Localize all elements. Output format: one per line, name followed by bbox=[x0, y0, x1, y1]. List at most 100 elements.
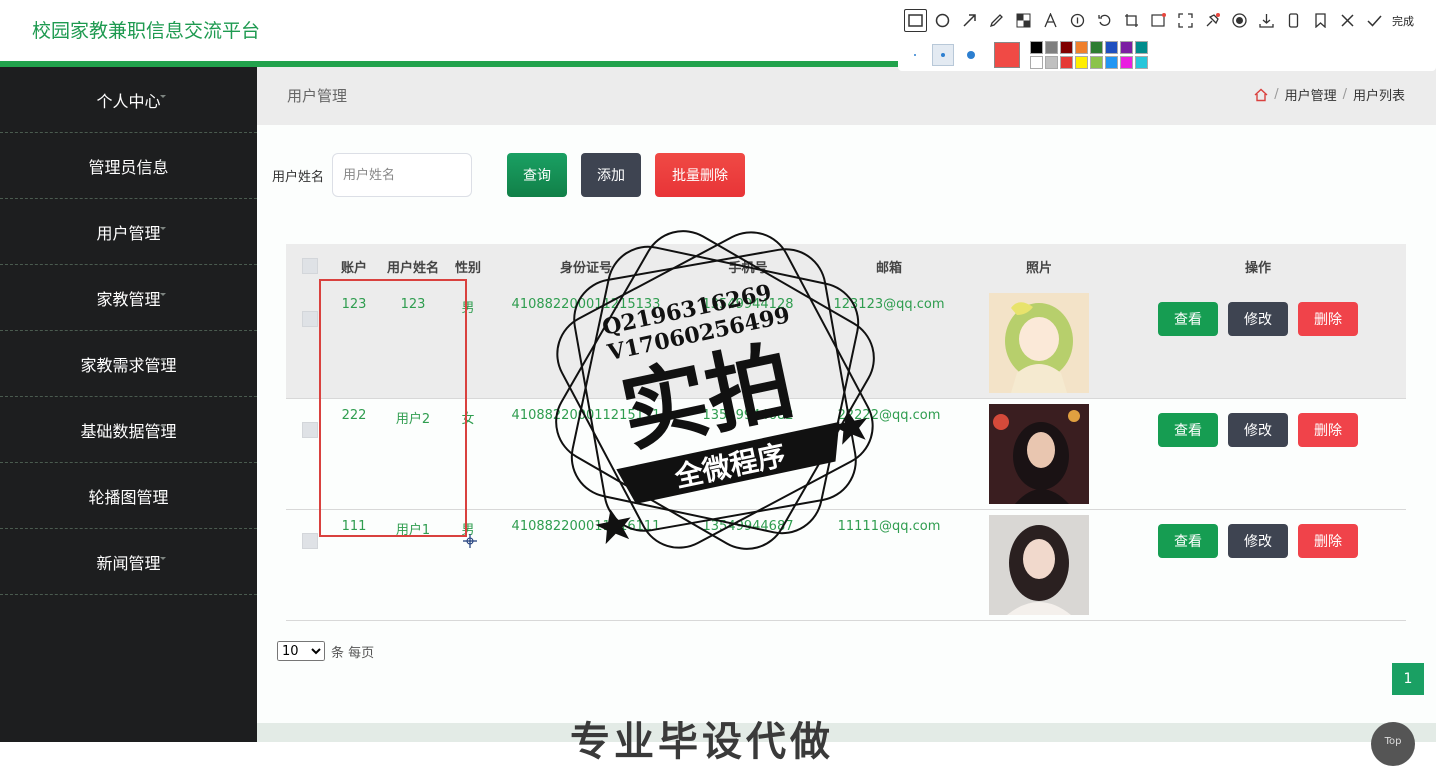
color-swatch[interactable] bbox=[1135, 56, 1148, 69]
sidebar-item-carousel[interactable]: 轮播图管理 bbox=[0, 463, 257, 529]
page-size-select[interactable]: 10 bbox=[277, 641, 325, 661]
crop-tool-icon[interactable] bbox=[1120, 9, 1143, 32]
caret-down-icon bbox=[160, 359, 166, 362]
sidebar: 个人中心 管理员信息 用户管理 家教管理 家教需求管理 基础数据管理 轮播图管理… bbox=[0, 67, 257, 742]
breadcrumb-separator: / bbox=[1342, 87, 1347, 102]
query-button[interactable]: 查询 bbox=[507, 153, 567, 197]
color-swatch[interactable] bbox=[1105, 56, 1118, 69]
screenshot-toolbar: 完成 bbox=[898, 5, 1436, 71]
color-palette bbox=[1030, 41, 1148, 69]
caret-down-icon bbox=[160, 491, 166, 494]
view-button[interactable]: 查看 bbox=[1158, 302, 1218, 336]
arrow-tool-icon[interactable] bbox=[958, 9, 981, 32]
caret-down-icon bbox=[160, 95, 166, 98]
expand-icon[interactable] bbox=[1174, 9, 1197, 32]
column-header: 性别 bbox=[454, 261, 482, 276]
text-tool-icon[interactable] bbox=[1039, 9, 1062, 32]
current-color-swatch[interactable] bbox=[994, 42, 1020, 68]
color-swatch[interactable] bbox=[1075, 41, 1088, 54]
user-photo bbox=[989, 515, 1089, 615]
sidebar-item-label: 新闻管理 bbox=[96, 553, 161, 573]
row-checkbox[interactable] bbox=[302, 422, 318, 438]
sidebar-item-tutor-demand[interactable]: 家教需求管理 bbox=[0, 331, 257, 397]
ocr-tool-icon[interactable] bbox=[1147, 9, 1170, 32]
color-swatch[interactable] bbox=[1030, 56, 1043, 69]
bulk-delete-button[interactable]: 批量删除 bbox=[655, 153, 745, 197]
download-icon[interactable] bbox=[1255, 9, 1278, 32]
record-icon[interactable] bbox=[1228, 9, 1251, 32]
page-number-button[interactable]: 1 bbox=[1392, 663, 1424, 695]
pen-tool-icon[interactable] bbox=[985, 9, 1008, 32]
sidebar-item-user-management[interactable]: 用户管理 bbox=[0, 199, 257, 265]
column-header: 操作 bbox=[1244, 261, 1272, 276]
user-photo bbox=[989, 404, 1089, 504]
sidebar-item-admin-info[interactable]: 管理员信息 bbox=[0, 133, 257, 199]
sidebar-item-personal-center[interactable]: 个人中心 bbox=[0, 67, 257, 133]
column-header: 用户姓名 bbox=[386, 261, 440, 276]
caret-down-icon bbox=[160, 557, 166, 560]
page-header: 用户管理 / 用户管理 / 用户列表 bbox=[257, 67, 1436, 125]
color-swatch[interactable] bbox=[1135, 41, 1148, 54]
annotation-rectangle bbox=[319, 279, 467, 537]
sidebar-item-label: 个人中心 bbox=[96, 91, 161, 111]
caret-down-icon bbox=[160, 227, 166, 230]
number-marker-icon[interactable] bbox=[1066, 9, 1089, 32]
color-swatch[interactable] bbox=[1030, 41, 1043, 54]
stroke-small-icon[interactable] bbox=[904, 44, 926, 66]
edit-button[interactable]: 修改 bbox=[1228, 302, 1288, 336]
pin-icon[interactable] bbox=[1201, 9, 1224, 32]
breadcrumb-item[interactable]: 用户管理 bbox=[1285, 85, 1337, 104]
search-input[interactable] bbox=[332, 153, 472, 197]
row-checkbox[interactable] bbox=[302, 533, 318, 549]
watermark-stamp: Q2196316269 V17060256499 实拍 全微程序 bbox=[555, 230, 875, 550]
color-swatch[interactable] bbox=[1105, 41, 1118, 54]
view-button[interactable]: 查看 bbox=[1158, 524, 1218, 558]
color-swatch[interactable] bbox=[1045, 56, 1058, 69]
done-button[interactable]: 完成 bbox=[1392, 13, 1414, 29]
footer-band bbox=[257, 723, 1436, 742]
breadcrumb-item[interactable]: 用户列表 bbox=[1353, 85, 1405, 104]
footer-text: 专业毕设代做 bbox=[570, 719, 834, 765]
rectangle-tool-icon[interactable] bbox=[904, 9, 927, 32]
ellipse-tool-icon[interactable] bbox=[931, 9, 954, 32]
edit-button[interactable]: 修改 bbox=[1228, 524, 1288, 558]
column-header: 照片 bbox=[1025, 261, 1053, 276]
sidebar-item-news[interactable]: 新闻管理 bbox=[0, 529, 257, 595]
add-button[interactable]: 添加 bbox=[581, 153, 641, 197]
sidebar-item-basic-data[interactable]: 基础数据管理 bbox=[0, 397, 257, 463]
page-title: 用户管理 bbox=[287, 87, 348, 105]
close-icon[interactable] bbox=[1336, 9, 1359, 32]
delete-button[interactable]: 删除 bbox=[1298, 302, 1358, 336]
delete-button[interactable]: 删除 bbox=[1298, 413, 1358, 447]
color-swatch[interactable] bbox=[1060, 56, 1073, 69]
edit-button[interactable]: 修改 bbox=[1228, 413, 1288, 447]
sidebar-item-label: 管理员信息 bbox=[88, 157, 169, 177]
bookmark-icon[interactable] bbox=[1309, 9, 1332, 32]
user-photo bbox=[989, 293, 1089, 393]
home-icon[interactable] bbox=[1254, 88, 1268, 102]
phone-icon[interactable] bbox=[1282, 9, 1305, 32]
app-title: 校园家教兼职信息交流平台 bbox=[32, 20, 261, 42]
select-all-checkbox[interactable] bbox=[302, 258, 318, 274]
sidebar-item-tutor-management[interactable]: 家教管理 bbox=[0, 265, 257, 331]
row-checkbox[interactable] bbox=[302, 311, 318, 327]
color-swatch[interactable] bbox=[1060, 41, 1073, 54]
sidebar-item-label: 家教需求管理 bbox=[80, 355, 177, 375]
back-to-top-button[interactable]: Top bbox=[1371, 722, 1415, 766]
mosaic-tool-icon[interactable] bbox=[1012, 9, 1035, 32]
color-swatch[interactable] bbox=[1075, 56, 1088, 69]
color-swatch[interactable] bbox=[1120, 41, 1133, 54]
stroke-large-icon[interactable] bbox=[960, 44, 982, 66]
color-swatch[interactable] bbox=[1090, 41, 1103, 54]
color-swatch[interactable] bbox=[1045, 41, 1058, 54]
undo-icon[interactable] bbox=[1093, 9, 1116, 32]
color-swatch[interactable] bbox=[1090, 56, 1103, 69]
view-button[interactable]: 查看 bbox=[1158, 413, 1218, 447]
crosshair-cursor-icon bbox=[463, 534, 477, 548]
sidebar-item-label: 家教管理 bbox=[96, 289, 161, 309]
column-header: 账户 bbox=[340, 261, 368, 276]
check-icon[interactable] bbox=[1363, 9, 1386, 32]
color-swatch[interactable] bbox=[1120, 56, 1133, 69]
stroke-medium-icon[interactable] bbox=[932, 44, 954, 66]
delete-button[interactable]: 删除 bbox=[1298, 524, 1358, 558]
